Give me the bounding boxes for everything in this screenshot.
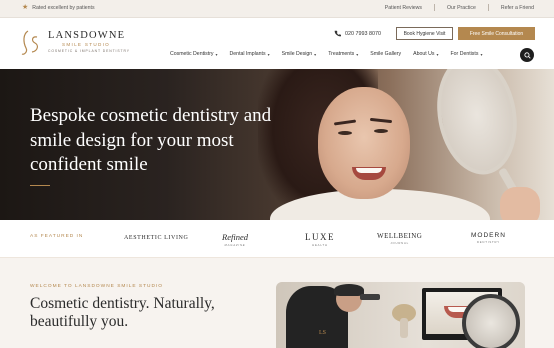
featured-brand-wellbeing: WELLBEING JOURNAL (377, 232, 422, 245)
brand-sub: DENTISTRY (476, 240, 500, 244)
top-utility-bar: ★ Rated excellent by patients Patient Re… (0, 0, 554, 18)
nav-item-label: Smile Design (281, 51, 313, 57)
nav-item-label: For Dentists (450, 51, 479, 57)
site-header: LANSDOWNE SMILE STUDIO COSMETIC & IMPLAN… (0, 18, 554, 69)
featured-brand-luxe: LUXE HEALTH (305, 232, 335, 247)
clinic-photo: LS (276, 282, 525, 348)
nav-item-label: Treatments (328, 51, 355, 57)
photo-vase (400, 318, 408, 338)
welcome-label: WELCOME TO LANSDOWNE SMILE STUDIO (30, 284, 164, 289)
star-icon: ★ (22, 4, 29, 11)
photo-logo-embroidery: LS (319, 330, 327, 336)
book-hygiene-button[interactable]: Book Hygiene Visit (396, 27, 453, 40)
hero-photo-face (318, 87, 410, 199)
chevron-down-icon: ▾ (480, 51, 483, 57)
logo-name[interactable]: LANSDOWNE (48, 30, 125, 41)
nav-item-label: Cosmetic Dentistry (170, 51, 214, 57)
nav-item-label: Dental Implants (229, 51, 266, 57)
phone-icon (334, 30, 341, 37)
logo-monogram-icon[interactable] (20, 28, 42, 58)
nav-item-dental-implants[interactable]: Dental Implants ▾ (230, 51, 270, 57)
free-consultation-button[interactable]: Free Smile Consultation (458, 27, 535, 40)
logo-tagline: COSMETIC & IMPLANT DENTISTRY (48, 49, 130, 53)
divider (487, 4, 489, 11)
search-icon (523, 51, 531, 59)
brand-name: WELLBEING (377, 232, 423, 240)
brand-sub: MAGAZINE (224, 243, 246, 247)
hero-accent-line (30, 185, 50, 186)
nav-item-treatments[interactable]: Treatments ▾ (328, 51, 358, 57)
brand-name: AESTHETIC LIVING (124, 235, 189, 241)
hero-title: Bespoke cosmetic dentistry and smile des… (30, 105, 272, 175)
link-our-practice[interactable]: Our Practice (447, 5, 476, 11)
welcome-title: Cosmetic dentistry. Naturally, beautiful… (30, 295, 215, 330)
hero-photo-hand (500, 187, 540, 220)
featured-brand-aesthetic-living: AESTHETIC LIVING (124, 235, 188, 241)
brand-name: LUXE (305, 232, 335, 242)
hero-photo-teeth (356, 168, 382, 173)
photo-dentist-loupes (360, 294, 380, 300)
logo-sub: SMILE STUDIO (62, 42, 111, 47)
nav-item-for-dentists[interactable]: For Dentists ▾ (450, 51, 482, 57)
nav-item-smile-gallery[interactable]: Smile Gallery (370, 51, 401, 57)
chevron-down-icon: ▾ (356, 51, 359, 57)
chevron-down-icon: ▾ (215, 51, 218, 57)
chevron-down-icon: ▾ (436, 51, 439, 57)
brand-sub: JOURNAL (390, 241, 409, 245)
nav-item-label: Smile Gallery (370, 51, 402, 57)
divider (434, 4, 435, 11)
phone-link[interactable]: 020 7993 8070 (334, 30, 381, 37)
featured-brand-refined: Refined MAGAZINE (222, 232, 248, 247)
nav-item-label: About Us (413, 51, 435, 57)
chevron-down-icon: ▾ (267, 51, 270, 57)
nav-item-cosmetic-dentistry[interactable]: Cosmetic Dentistry ▾ (170, 51, 218, 57)
chevron-down-icon: ▾ (314, 51, 317, 57)
link-refer-a-friend[interactable]: Refer a Friend (501, 5, 534, 11)
brand-name: Refined (222, 232, 248, 242)
link-patient-reviews[interactable]: Patient Reviews (385, 5, 422, 11)
phone-number: 020 7993 8070 (345, 30, 381, 37)
main-nav: Cosmetic Dentistry ▾ Dental Implants ▾ S… (170, 51, 494, 57)
featured-label: AS FEATURED IN (30, 234, 84, 239)
featured-in-strip: AS FEATURED IN AESTHETIC LIVING Refined … (0, 220, 554, 258)
brand-name: MODERN (471, 232, 506, 239)
search-button[interactable] (520, 48, 534, 62)
rating-text: Rated excellent by patients (32, 4, 95, 11)
rating-note: ★ Rated excellent by patients (22, 4, 95, 11)
hero-photo-detail (338, 131, 352, 135)
nav-item-about-us[interactable]: About Us ▾ (413, 51, 438, 57)
nav-item-smile-design[interactable]: Smile Design ▾ (282, 51, 317, 57)
photo-mirror (462, 294, 520, 348)
utility-links: Patient Reviews Our Practice Refer a Fri… (385, 4, 534, 11)
brand-sub: HEALTH (312, 243, 328, 247)
hero-photo-mirror (428, 69, 526, 181)
featured-brand-modern: MODERN DENTISTRY (471, 232, 506, 244)
hero-photo-detail (374, 129, 388, 133)
